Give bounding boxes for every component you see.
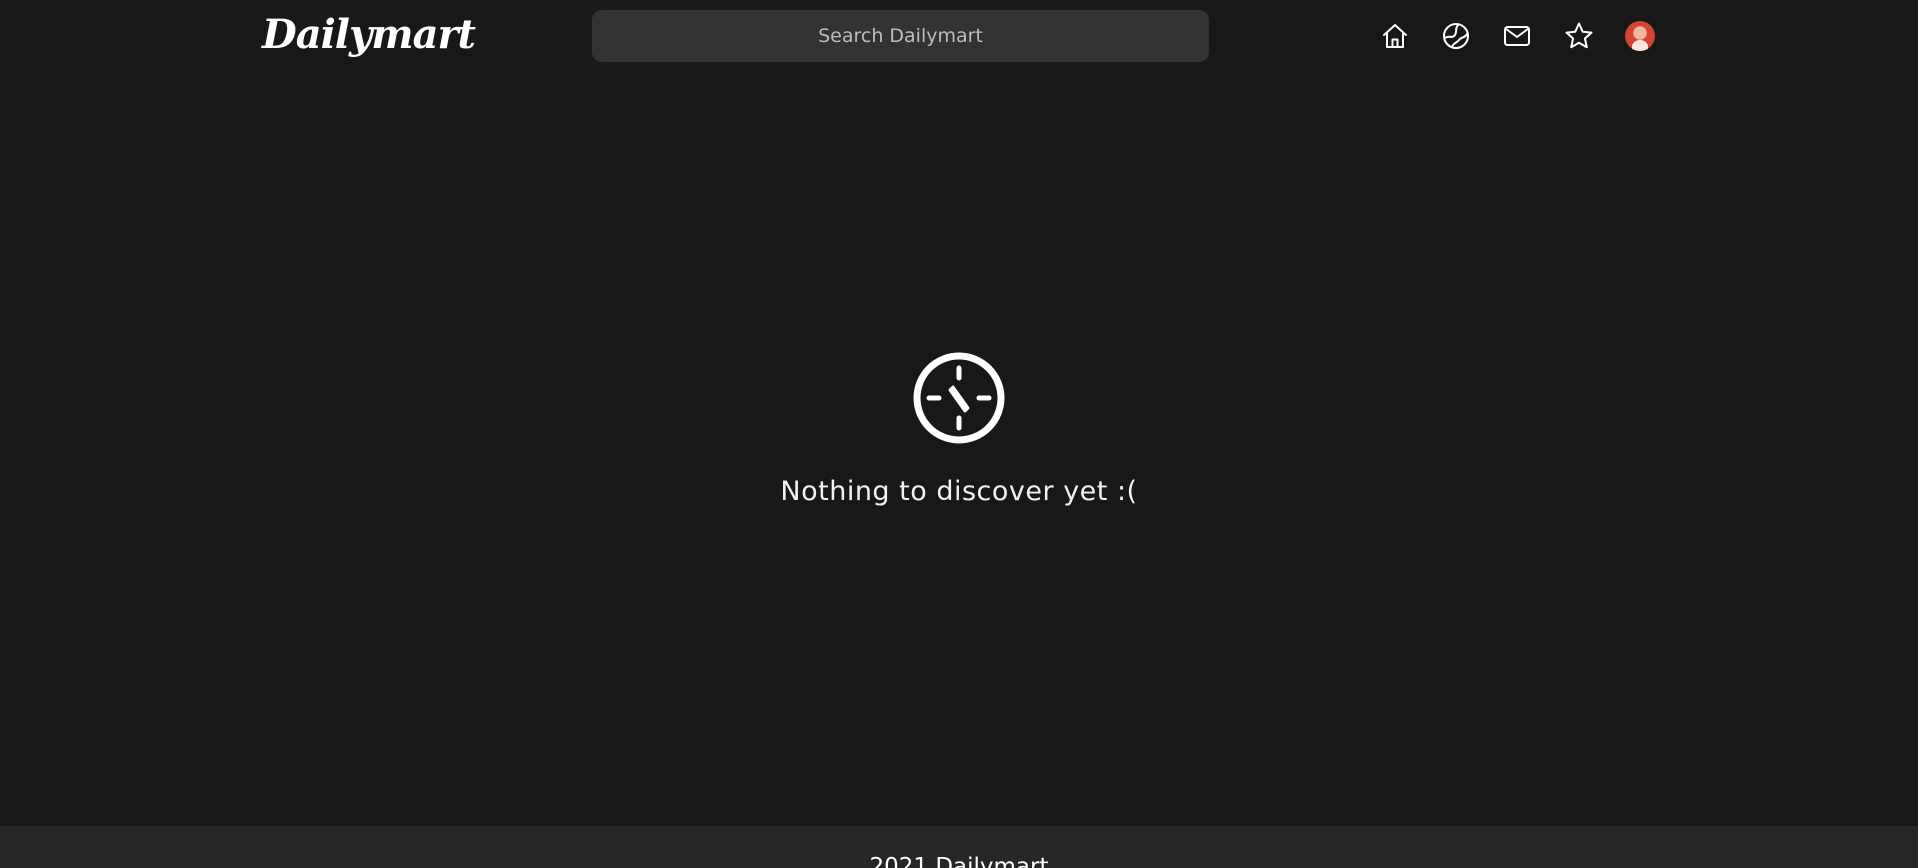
messages-button[interactable] xyxy=(1495,14,1539,58)
compass-icon xyxy=(913,352,1005,444)
footer-copyright: 2021 Dailymart xyxy=(869,854,1049,868)
avatar xyxy=(1625,21,1655,51)
empty-state-message: Nothing to discover yet :( xyxy=(780,476,1138,507)
discover-button[interactable] xyxy=(1434,14,1478,58)
home-icon xyxy=(1383,24,1407,48)
mail-icon xyxy=(1504,26,1530,46)
compass-icon-container xyxy=(911,350,1007,446)
top-navigation-bar: Dailymart xyxy=(0,0,1918,72)
footer: 2021 Dailymart xyxy=(0,826,1918,868)
favorites-button[interactable] xyxy=(1557,14,1601,58)
empty-state: Nothing to discover yet :( xyxy=(0,350,1918,507)
discover-icon xyxy=(1443,23,1469,49)
dailymart-logo[interactable]: Dailymart xyxy=(262,4,476,64)
search-input[interactable] xyxy=(592,10,1209,62)
home-button[interactable] xyxy=(1373,14,1417,58)
star-icon xyxy=(1565,22,1593,49)
profile-button[interactable] xyxy=(1618,14,1662,58)
